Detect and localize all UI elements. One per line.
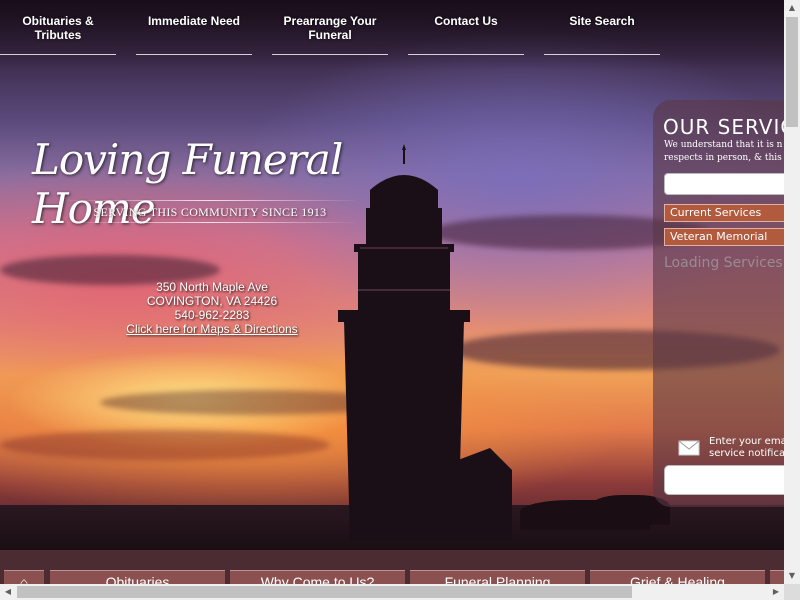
email-prompt-line: service notifica	[709, 448, 786, 459]
address-street: 350 North Maple Ave	[156, 280, 268, 294]
vertical-scroll-thumb[interactable]	[786, 17, 798, 127]
address-block: 350 North Maple Ave COVINGTON, VA 24426 …	[112, 280, 312, 336]
email-signup-prompt: Enter your ema service notifica	[709, 436, 789, 460]
current-services-button[interactable]: Current Services	[664, 204, 789, 222]
bottom-nav-funeral-planning[interactable]: Funeral Planning	[410, 570, 585, 584]
top-nav: Obituaries & Tributes Immediate Need Pre…	[0, 0, 784, 60]
services-search-input[interactable]	[664, 173, 789, 195]
services-panel-description: We understand that it is n respects in p…	[664, 139, 784, 165]
horizontal-scrollbar[interactable]: ◀ ▶	[0, 584, 784, 600]
bottom-nav: ⌂ Obituaries Why Come to Us? Funeral Pla…	[0, 550, 784, 584]
nav-immediate-need[interactable]: Immediate Need	[136, 14, 252, 55]
logo-tagline: SERVING THIS COMMUNITY SINCE 1913	[93, 205, 327, 219]
logo-divider	[60, 222, 360, 223]
vertical-scrollbar[interactable]: ▲ ▼	[784, 0, 800, 584]
nav-obituaries-tributes[interactable]: Obituaries & Tributes	[0, 14, 116, 55]
scroll-up-arrow-icon[interactable]: ▲	[784, 0, 800, 16]
home-icon[interactable]: ⌂	[4, 570, 44, 584]
nav-contact-us[interactable]: Contact Us	[408, 14, 524, 55]
description-line: respects in person, & this	[664, 153, 782, 163]
services-panel-title: OUR SERVIC	[663, 115, 793, 139]
description-line: We understand that it is n	[664, 140, 783, 150]
bottom-nav-why-come-to-us[interactable]: Why Come to Us?	[230, 570, 405, 584]
scrollbar-corner	[784, 584, 800, 600]
bottom-nav-obituaries[interactable]: Obituaries	[50, 570, 225, 584]
bottom-nav-overflow-tab[interactable]	[770, 570, 784, 584]
envelope-icon	[678, 440, 700, 456]
address-phone[interactable]: 540-962-2283	[112, 308, 312, 322]
nav-site-search[interactable]: Site Search	[544, 14, 660, 55]
horizontal-scroll-thumb[interactable]	[17, 586, 632, 598]
address-city: COVINGTON, VA 24426	[146, 294, 278, 308]
scroll-left-arrow-icon[interactable]: ◀	[0, 584, 16, 600]
scroll-right-arrow-icon[interactable]: ▶	[768, 584, 784, 600]
email-prompt-line: Enter your ema	[709, 436, 787, 447]
loading-services-text: Loading Services	[664, 255, 783, 271]
bottom-nav-grief-healing[interactable]: Grief & Healing	[590, 570, 765, 584]
email-signup-input[interactable]	[664, 465, 789, 495]
logo-divider	[60, 200, 360, 201]
nav-prearrange-funeral[interactable]: Prearrange Your Funeral	[272, 14, 388, 55]
cloud	[0, 430, 330, 460]
scroll-down-arrow-icon[interactable]: ▼	[784, 568, 800, 584]
veteran-memorial-button[interactable]: Veteran Memorial	[664, 228, 789, 246]
directions-link[interactable]: Click here for Maps & Directions	[112, 322, 312, 336]
